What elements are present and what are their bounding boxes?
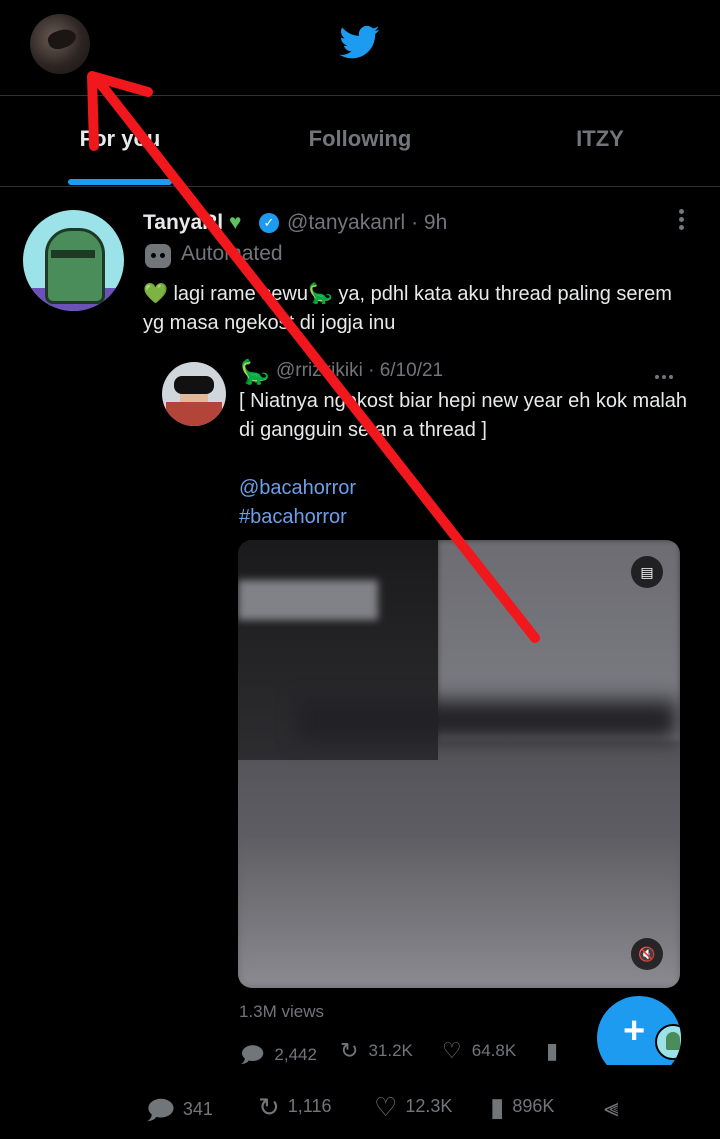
tabs-divider [0, 186, 720, 187]
retweet-icon: ↻ [340, 1038, 359, 1063]
tweet-author-avatar[interactable] [23, 210, 124, 311]
tab-following[interactable]: Following [270, 126, 450, 158]
quoted-like-button[interactable]: ♡ 64.8K [442, 1038, 516, 1064]
profile-avatar[interactable] [30, 14, 90, 74]
tab-itzy[interactable]: ITZY [510, 126, 690, 158]
views-button[interactable]: ▮ 896K [490, 1092, 554, 1123]
quoted-retweet-button[interactable]: ↻ 31.2K [340, 1038, 413, 1064]
tweet-text: 💚 lagi rame sewu🦕 ya, pdhl kata aku thre… [143, 283, 672, 334]
twitter-bird-icon [339, 25, 380, 59]
heart-icon: ♡ [442, 1038, 462, 1063]
mention-link[interactable]: @bacahorror [239, 474, 689, 503]
reply-button[interactable]: 🗩 341 [146, 1092, 213, 1136]
retweet-icon: ↻ [258, 1092, 280, 1122]
quoted-more-icon[interactable] [655, 366, 679, 379]
like-button[interactable]: ♡ 12.3K [374, 1092, 452, 1123]
more-options-icon[interactable] [670, 206, 692, 234]
tweet-author-handle[interactable]: @tanyakanrl · 9h [287, 211, 447, 235]
video-player[interactable]: ▤ 🔇 [238, 540, 680, 988]
share-button[interactable]: ⫷ [604, 1092, 627, 1124]
quoted-views: 1.3M views [239, 1002, 325, 1021]
automated-label: Automated [181, 242, 283, 265]
automated-bot-icon [145, 244, 171, 268]
retweet-button[interactable]: ↻ 1,116 [258, 1092, 332, 1123]
analytics-icon: ▮ [490, 1092, 505, 1122]
verified-badge-icon: ✓ [259, 213, 279, 233]
quoted-text: [ Niatnya ngekost biar hepi new year eh … [239, 387, 689, 532]
quoted-handle-time[interactable]: @rrizkikiki · 6/10/21 [276, 360, 443, 382]
reply-icon: 🗩 [146, 1095, 175, 1125]
share-icon: ⫷ [604, 1092, 619, 1122]
dinosaur-emoji-icon: 🦕 [240, 359, 270, 386]
quoted-author-avatar[interactable] [162, 362, 226, 426]
hashtag-link[interactable]: #bacahorror [239, 503, 689, 532]
mute-icon[interactable]: 🔇 [631, 938, 663, 970]
active-tab-indicator [68, 179, 172, 185]
tweet-author-name[interactable]: TanyaRl ♥ [143, 211, 241, 235]
green-heart-icon: ♥ [228, 211, 242, 234]
compose-account-avatar [655, 1024, 681, 1060]
quoted-analytics-button[interactable]: ▮ [546, 1038, 568, 1064]
captions-icon[interactable]: ▤ [631, 556, 663, 588]
plus-icon: + [623, 1010, 646, 1052]
heart-icon: ♡ [374, 1092, 398, 1122]
analytics-icon: ▮ [546, 1038, 559, 1063]
reply-icon: 🗩 [240, 1042, 265, 1067]
tab-for-you[interactable]: For you [30, 126, 210, 158]
header-divider [0, 95, 720, 96]
